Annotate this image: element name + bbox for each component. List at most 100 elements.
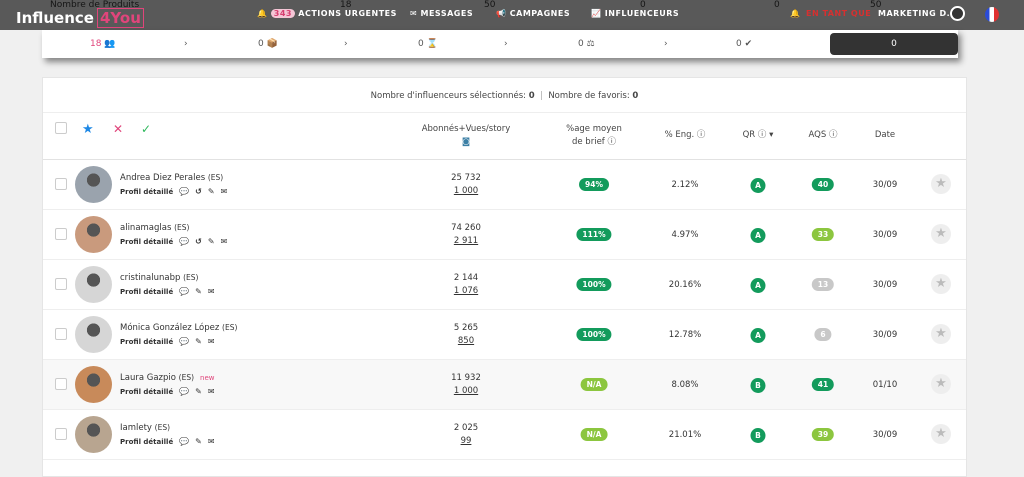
sort-down-icon: ▾ bbox=[769, 130, 774, 140]
envelope-icon[interactable]: ✉ bbox=[208, 287, 215, 296]
col-qr[interactable]: QR ⓘ ▾ bbox=[733, 129, 783, 142]
avatar[interactable] bbox=[75, 366, 112, 403]
row-checkbox[interactable] bbox=[55, 328, 67, 340]
profile-link[interactable]: Profil détaillé bbox=[120, 338, 173, 346]
language-flag-fr[interactable] bbox=[985, 7, 999, 22]
user-menu[interactable]: MARKETING D. bbox=[878, 9, 950, 18]
profile-link[interactable]: Profil détaillé bbox=[120, 388, 173, 396]
date: 30/09 bbox=[872, 180, 898, 190]
edit-icon[interactable]: ✎ bbox=[195, 287, 202, 296]
edit-icon[interactable]: ✎ bbox=[195, 437, 202, 446]
favorite-star-icon[interactable]: ★ bbox=[931, 424, 951, 444]
favorite-star-icon[interactable]: ★ bbox=[931, 224, 951, 244]
profile-link[interactable]: Profil détaillé bbox=[120, 188, 173, 196]
table-row: alinamaglas (ES) Profil détaillé 💬 ↺ ✎ ✉ 74 … bbox=[43, 210, 966, 260]
envelope-icon[interactable]: ✉ bbox=[208, 337, 215, 346]
story-views[interactable]: 1 000 bbox=[454, 186, 478, 196]
status-stepper: 18 👥 › 0 📦 › 0 ⌛ › 0 ⚖ › 0 ✔ 0 bbox=[42, 30, 958, 58]
row-checkbox[interactable] bbox=[55, 178, 67, 190]
envelope-icon[interactable]: ✉ bbox=[221, 237, 228, 246]
influencer-table: Nombre d'influenceurs sélectionnés: 0 | … bbox=[42, 77, 967, 477]
story-views[interactable]: 850 bbox=[458, 336, 474, 346]
qr-badge: A bbox=[750, 278, 766, 293]
favorite-star-icon[interactable]: ★ bbox=[931, 174, 951, 194]
step-done[interactable]: 0 ✔ bbox=[736, 39, 752, 49]
influencer-name[interactable]: Laura Gazpio (ES) new bbox=[120, 373, 214, 383]
influencer-name[interactable]: alinamaglas (ES) bbox=[120, 223, 189, 233]
favorite-star-icon[interactable]: ★ bbox=[931, 274, 951, 294]
comment-icon[interactable]: 💬 bbox=[179, 287, 189, 296]
chevron-right-icon: › bbox=[184, 39, 188, 49]
profile-link[interactable]: Profil détaillé bbox=[120, 438, 173, 446]
avatar[interactable] bbox=[75, 166, 112, 203]
accept-filter-icon[interactable]: ✓ bbox=[141, 123, 151, 136]
row-checkbox[interactable] bbox=[55, 278, 67, 290]
story-views[interactable]: 99 bbox=[461, 436, 472, 446]
followers: 74 260 bbox=[451, 223, 481, 233]
col-date[interactable]: Date bbox=[865, 129, 905, 142]
influencer-name[interactable]: Iamlety (ES) bbox=[120, 423, 170, 433]
avatar[interactable] bbox=[75, 216, 112, 253]
step-validated[interactable]: 0 ⚖ bbox=[578, 39, 595, 49]
avatar[interactable] bbox=[75, 266, 112, 303]
select-all-checkbox[interactable] bbox=[55, 122, 67, 134]
influencer-name[interactable]: cristinalunabp (ES) bbox=[120, 273, 198, 283]
logo[interactable]: Influence 4You bbox=[16, 8, 144, 28]
edit-icon[interactable]: ✎ bbox=[208, 187, 215, 196]
comment-icon[interactable]: 💬 bbox=[179, 187, 189, 196]
total-button[interactable]: 0 bbox=[830, 33, 958, 55]
table-row: Iamlety (ES) Profil détaillé 💬 ✎ ✉ 2 025 99 … bbox=[43, 410, 966, 460]
story-views[interactable]: 2 911 bbox=[454, 236, 478, 246]
gavel-icon: ⚖ bbox=[586, 39, 595, 49]
col-eng[interactable]: % Eng. ⓘ bbox=[655, 129, 715, 142]
step-sent[interactable]: 0 📦 bbox=[258, 39, 278, 49]
brief-badge: 111% bbox=[576, 228, 612, 241]
step-pending[interactable]: 0 ⌛ bbox=[418, 39, 438, 49]
star-filter-icon[interactable]: ★ bbox=[82, 123, 94, 136]
comment-icon[interactable]: 💬 bbox=[179, 437, 189, 446]
notifications-button[interactable]: 🔔 bbox=[790, 9, 800, 18]
date: 01/10 bbox=[872, 380, 898, 390]
story-views[interactable]: 1 076 bbox=[454, 286, 478, 296]
comment-icon[interactable]: 💬 bbox=[179, 387, 189, 396]
reject-filter-icon[interactable]: ✕ bbox=[113, 123, 123, 136]
nav-influenceurs[interactable]: 📈 INFLUENCEURS bbox=[591, 9, 679, 18]
col-brief[interactable]: %age moyen de brief ⓘ bbox=[554, 123, 634, 149]
story-views[interactable]: 1 000 bbox=[454, 386, 478, 396]
history-icon[interactable]: ↺ bbox=[195, 237, 202, 246]
avatar[interactable] bbox=[75, 416, 112, 453]
edit-icon[interactable]: ✎ bbox=[208, 237, 215, 246]
step-selected[interactable]: 18 👥 bbox=[90, 39, 116, 49]
influencer-name[interactable]: Mónica González López (ES) bbox=[120, 323, 237, 333]
profile-link[interactable]: Profil détaillé bbox=[120, 288, 173, 296]
favorite-star-icon[interactable]: ★ bbox=[931, 324, 951, 344]
urgent-count-badge: 343 bbox=[270, 9, 295, 18]
chevron-right-icon: › bbox=[504, 39, 508, 49]
comment-icon[interactable]: 💬 bbox=[179, 337, 189, 346]
row-checkbox[interactable] bbox=[55, 378, 67, 390]
envelope-icon[interactable]: ✉ bbox=[221, 187, 228, 196]
avatar[interactable] bbox=[75, 316, 112, 353]
edit-icon[interactable]: ✎ bbox=[195, 387, 202, 396]
brief-badge: 94% bbox=[579, 178, 609, 191]
table-row: cristinalunabp (ES) Profil détaillé 💬 ✎ ✉ 2… bbox=[43, 260, 966, 310]
profile-link[interactable]: Profil détaillé bbox=[120, 238, 173, 246]
row-checkbox[interactable] bbox=[55, 228, 67, 240]
comment-icon[interactable]: 💬 bbox=[179, 237, 189, 246]
edit-icon[interactable]: ✎ bbox=[195, 337, 202, 346]
col-aqs[interactable]: AQS ⓘ bbox=[800, 129, 846, 142]
envelope-icon[interactable]: ✉ bbox=[208, 437, 215, 446]
aqs-badge: 13 bbox=[811, 278, 835, 291]
col-subscribers[interactable]: Abonnés+Vues/story ◙ bbox=[416, 123, 516, 149]
favorite-star-icon[interactable]: ★ bbox=[931, 374, 951, 394]
influencer-name[interactable]: Andrea Diez Perales (ES) bbox=[120, 173, 223, 183]
brief-badge: N/A bbox=[580, 428, 608, 441]
history-icon[interactable]: ↺ bbox=[195, 187, 202, 196]
nav-messages[interactable]: ✉ MESSAGES bbox=[410, 9, 473, 18]
avatar-menu[interactable] bbox=[950, 6, 965, 21]
nav-urgent-actions[interactable]: 🔔 343 ACTIONS URGENTES bbox=[257, 9, 397, 18]
nav-campagnes[interactable]: 📢 CAMPAGNES bbox=[496, 9, 570, 18]
envelope-icon[interactable]: ✉ bbox=[208, 387, 215, 396]
row-checkbox[interactable] bbox=[55, 428, 67, 440]
bg-value: 0 bbox=[774, 0, 780, 10]
